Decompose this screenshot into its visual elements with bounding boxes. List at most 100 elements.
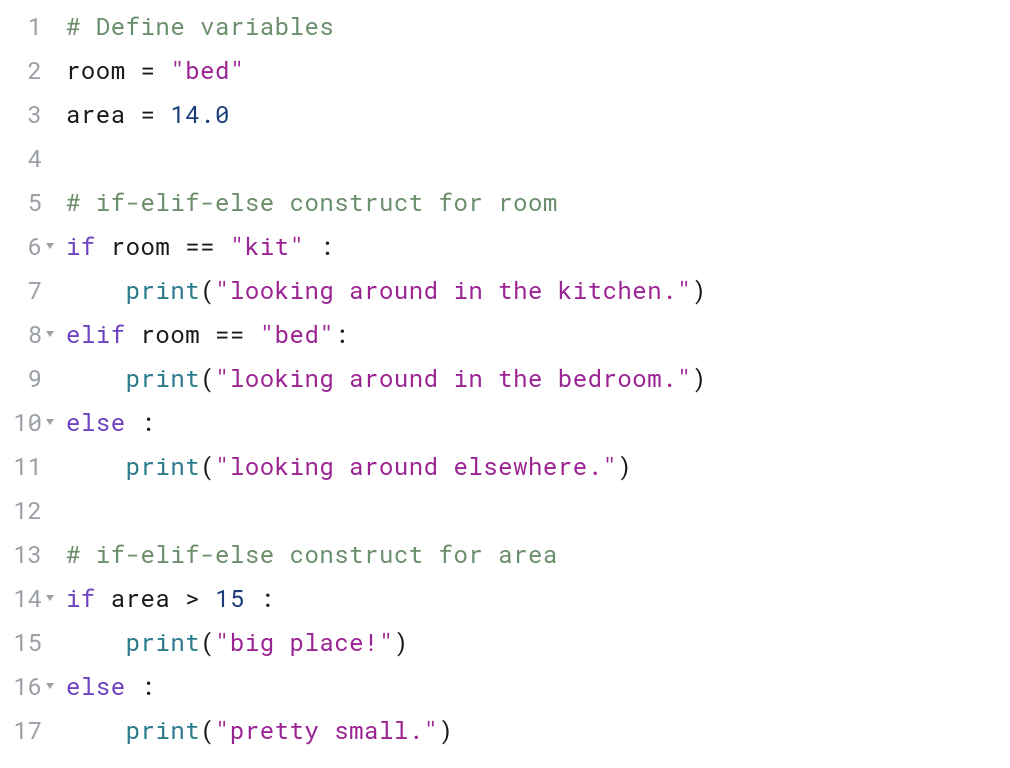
line-number: 10 (0, 400, 44, 444)
code-token: ) (394, 626, 409, 658)
code-token (126, 670, 141, 702)
code-token: print (126, 274, 201, 306)
code-line[interactable]: 5 # if-elif-else construct for room (0, 180, 1010, 224)
code-token: "looking around in the kitchen." (215, 274, 692, 306)
code-line[interactable]: 14if area > 15 : (0, 576, 1010, 620)
fold-toggle-icon[interactable] (44, 328, 56, 340)
line-number: 9 (0, 356, 44, 400)
line-number: 13 (0, 532, 44, 576)
code-line[interactable]: 8elif room == "bed": (0, 312, 1010, 356)
line-number: 5 (0, 180, 44, 224)
code-line[interactable]: 17 print("pretty small.") (0, 708, 1010, 752)
code-token: room (96, 230, 185, 262)
code-line[interactable]: 13 # if-elif-else construct for area (0, 532, 1010, 576)
code-token (245, 318, 260, 350)
code-content[interactable]: area = 14.0 (44, 92, 230, 136)
code-token: 14.0 (170, 98, 230, 130)
code-token (66, 274, 126, 306)
code-token (245, 582, 260, 614)
code-token: else (66, 670, 126, 702)
code-content[interactable]: print("pretty small.") (44, 708, 453, 752)
code-line[interactable]: 10else : (0, 400, 1010, 444)
code-content[interactable]: print("big place!") (44, 620, 409, 664)
line-number: 12 (0, 488, 44, 532)
code-line[interactable]: 3area = 14.0 (0, 92, 1010, 136)
line-number: 11 (0, 444, 44, 488)
code-token: : (141, 670, 156, 702)
code-content[interactable]: room = "bed" (44, 48, 245, 92)
fold-toggle-icon[interactable] (44, 416, 56, 428)
code-token: ) (692, 274, 707, 306)
code-token: ) (617, 450, 632, 482)
code-content[interactable]: # if-elif-else construct for room (44, 180, 558, 224)
code-token: area (96, 582, 185, 614)
code-token: # Define variables (66, 10, 334, 42)
fold-toggle-icon[interactable] (44, 240, 56, 252)
code-line[interactable]: 7 print("looking around in the kitchen."… (0, 268, 1010, 312)
line-number: 17 (0, 708, 44, 752)
code-token: # if-elif-else construct for room (66, 186, 558, 218)
code-token: "pretty small." (215, 714, 439, 746)
code-token (66, 362, 126, 394)
fold-toggle-icon[interactable] (44, 680, 56, 692)
code-line[interactable]: 6if room == "kit" : (0, 224, 1010, 268)
code-content[interactable]: else : (44, 400, 155, 444)
code-line[interactable]: 2room = "bed" (0, 48, 1010, 92)
code-token: print (126, 450, 201, 482)
code-token: 15 (215, 582, 245, 614)
code-token (126, 406, 141, 438)
code-token: : (260, 582, 275, 614)
line-number: 2 (0, 48, 44, 92)
code-token: ) (692, 362, 707, 394)
code-token: area (66, 98, 126, 130)
code-content[interactable]: print("looking around elsewhere.") (44, 444, 632, 488)
code-token (215, 230, 230, 262)
code-token: ( (200, 626, 215, 658)
code-content[interactable]: if room == "kit" : (44, 224, 334, 268)
code-token: elif (66, 318, 126, 350)
line-number: 7 (0, 268, 44, 312)
code-token: "big place!" (215, 626, 394, 658)
code-token (304, 230, 319, 262)
code-token: : (319, 230, 334, 262)
line-number: 3 (0, 92, 44, 136)
code-line[interactable]: 1 # Define variables (0, 4, 1010, 48)
code-editor[interactable]: 1 # Define variables 2room = "bed"3area = … (0, 0, 1010, 752)
code-token (66, 450, 126, 482)
code-content[interactable]: else : (44, 664, 155, 708)
line-number: 8 (0, 312, 44, 356)
code-token: "looking around in the bedroom." (215, 362, 692, 394)
line-number: 15 (0, 620, 44, 664)
fold-toggle-icon[interactable] (44, 592, 56, 604)
code-token: if (66, 230, 96, 262)
code-content[interactable]: if area > 15 : (44, 576, 275, 620)
line-number: 4 (0, 136, 44, 180)
code-token: # if-elif-else construct for area (66, 538, 558, 570)
code-token: "bed" (170, 54, 245, 86)
code-line[interactable]: 12 (0, 488, 1010, 532)
code-token (66, 626, 126, 658)
line-number: 14 (0, 576, 44, 620)
code-token (66, 714, 126, 746)
code-token: room (126, 318, 215, 350)
code-line[interactable]: 16else : (0, 664, 1010, 708)
code-token: ) (439, 714, 454, 746)
code-content[interactable]: elif room == "bed": (44, 312, 349, 356)
code-content[interactable]: print("looking around in the bedroom.") (44, 356, 707, 400)
code-content[interactable]: # if-elif-else construct for area (44, 532, 558, 576)
code-content[interactable]: # Define variables (44, 4, 334, 48)
code-content[interactable]: print("looking around in the kitchen.") (44, 268, 707, 312)
line-number: 16 (0, 664, 44, 708)
code-token (200, 582, 215, 614)
code-token: ( (200, 274, 215, 306)
code-line[interactable]: 4 (0, 136, 1010, 180)
line-number: 1 (0, 4, 44, 48)
code-token: print (126, 362, 201, 394)
code-line[interactable]: 11 print("looking around elsewhere.") (0, 444, 1010, 488)
code-line[interactable]: 9 print("looking around in the bedroom."… (0, 356, 1010, 400)
code-token: else (66, 406, 126, 438)
code-token: == (215, 318, 245, 350)
code-line[interactable]: 15 print("big place!") (0, 620, 1010, 664)
code-token: ( (200, 362, 215, 394)
code-token: "looking around elsewhere." (215, 450, 617, 482)
